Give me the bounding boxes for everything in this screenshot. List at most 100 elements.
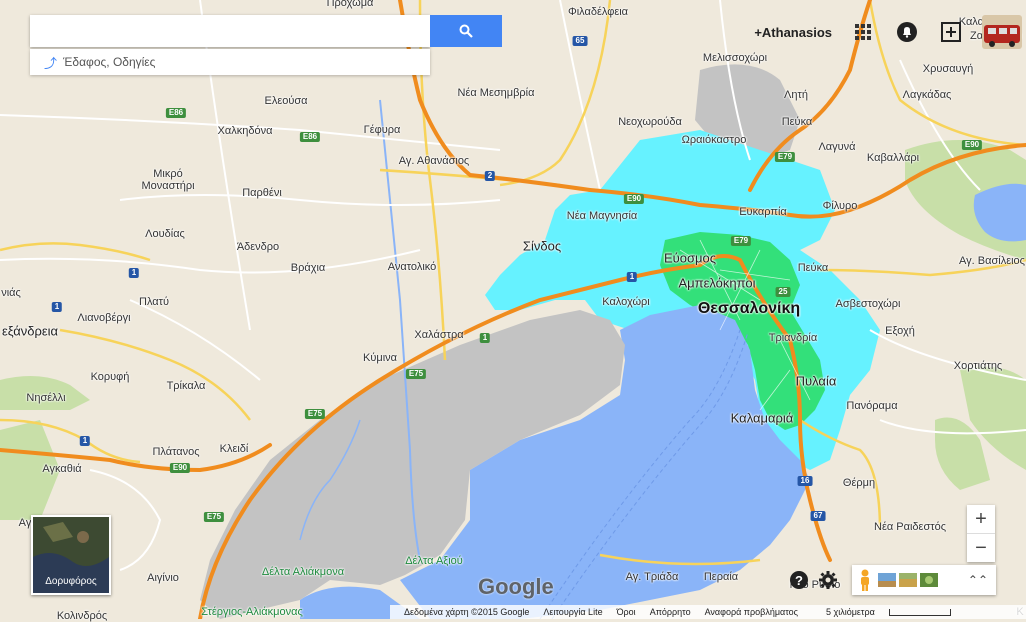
map-label-evkarpia[interactable]: Ευκαρπία	[739, 206, 787, 218]
map-label-melissochori[interactable]: Μελισσοχώρι	[703, 52, 767, 64]
directions-hint: Έδαφος, Οδηγίες	[63, 55, 156, 69]
help-button[interactable]: ?	[790, 571, 808, 589]
map-label-anatoliko[interactable]: Ανατολικό	[388, 261, 437, 273]
map-label-sindos[interactable]: Σίνδος	[523, 239, 561, 254]
map-label-delta-axiou[interactable]: Δέλτα Αξιού	[405, 555, 463, 567]
map-label-neochorouda[interactable]: Νεοχωρούδα	[618, 116, 682, 128]
map-label-adendro[interactable]: Άδενδρο	[237, 241, 279, 253]
map-label-lagkadas2[interactable]: Λαγυνά	[818, 141, 855, 153]
map-label-nias[interactable]: νιάς	[1, 287, 21, 299]
photo-thumb-3[interactable]	[920, 573, 938, 587]
zoom-in-button[interactable]: +	[967, 505, 995, 533]
map-label-vrachia[interactable]: Βράχια	[291, 262, 326, 274]
pegman-icon[interactable]	[852, 565, 878, 595]
directions-icon: ⤴	[44, 55, 58, 71]
map-label-kalochori[interactable]: Καλοχώρι	[602, 296, 650, 308]
satellite-toggle[interactable]: Δορυφόρος	[31, 515, 111, 595]
map-label-nea-magnisia[interactable]: Νέα Μαγνησία	[567, 210, 638, 222]
road-shield-se86b: E86	[299, 132, 321, 142]
map-label-evosmos[interactable]: Εύοσμος	[664, 251, 716, 266]
map-label-nea-mesimvria[interactable]: Νέα Μεσημβρία	[458, 87, 535, 99]
road-shield-s65: 65	[572, 36, 588, 46]
map-label-oraiokastro[interactable]: Ωραιόκαστρο	[682, 134, 747, 146]
expand-photos-button[interactable]: ⌃⌃	[968, 573, 988, 587]
account-bar: +Athanasios	[754, 14, 1026, 50]
map-label-pylaia[interactable]: Πυλαία	[796, 374, 837, 389]
map-label-peraia[interactable]: Περαία	[704, 571, 738, 583]
search-input[interactable]	[30, 15, 430, 47]
map-label-thessaloniki[interactable]: Θεσσαλονίκη	[698, 300, 800, 318]
map-label-gefyra[interactable]: Γέφυρα	[364, 124, 401, 136]
scale-label: 5 χιλιόμετρα	[812, 607, 951, 617]
map-label-stergios[interactable]: Στέργιος-Αλιάκμονας	[201, 606, 303, 618]
map-label-filadelfeia[interactable]: Φιλαδέλφεια	[568, 6, 628, 18]
map-label-ag-triada[interactable]: Αγ. Τριάδα	[626, 571, 679, 583]
road-shield-se90b: E90	[961, 140, 983, 150]
map-label-kavallari[interactable]: Καβαλλάρι	[867, 152, 919, 164]
map-label-chrysavgi[interactable]: Χρυσαυγή	[923, 63, 973, 75]
map-label-triandria[interactable]: Τριανδρία	[769, 332, 817, 344]
notifications-bell-icon[interactable]	[894, 19, 920, 45]
map-label-agkathia[interactable]: Αγκαθιά	[42, 463, 81, 475]
map-label-prochoma[interactable]: Πρόχωμα	[327, 0, 374, 9]
map-label-chalastra[interactable]: Χαλάστρα	[414, 329, 463, 341]
privacy-link[interactable]: Απόρρητο	[650, 607, 691, 617]
road-shield-se75c: E75	[203, 512, 225, 522]
map-label-kleidi[interactable]: Κλειδί	[220, 443, 249, 455]
map-label-chalkidona[interactable]: Χαλκηδόνα	[218, 125, 273, 137]
map-label-kymina[interactable]: Κύμινα	[363, 352, 397, 364]
map-label-pefka0[interactable]: Πεύκα	[782, 116, 813, 128]
road-shield-s1d: 1	[479, 333, 491, 343]
map-label-platanos[interactable]: Πλάτανος	[152, 446, 199, 458]
map-label-delta-aliakmona[interactable]: Δέλτα Αλιάκμονα	[262, 566, 344, 578]
directions-row[interactable]: ⤴ Έδαφος, Οδηγίες	[30, 49, 430, 75]
map-label-mikro-monastiri[interactable]: Μικρό Μοναστήρι	[141, 168, 194, 192]
map-label-trikala[interactable]: Τρίκαλα	[167, 380, 206, 392]
road-shield-s1b: 1	[51, 302, 63, 312]
map-label-loudias[interactable]: Λουδίας	[145, 228, 185, 240]
apps-grid-icon[interactable]	[850, 19, 876, 45]
map-label-ampelokipoi[interactable]: Αμπελόκηποι	[678, 276, 755, 291]
map-label-pefka[interactable]: Πεύκα	[798, 262, 829, 274]
map-label-asvestochori[interactable]: Ασβεστοχώρι	[836, 298, 901, 310]
map-label-parthen[interactable]: Παρθένι	[242, 187, 282, 199]
map-label-lagkadas[interactable]: Λαγκάδας	[903, 89, 952, 101]
lite-mode-link[interactable]: Λειτουργία Lite	[543, 607, 602, 617]
map-label-panorama[interactable]: Πανόραμα	[846, 400, 897, 412]
map-label-ag-athanasios[interactable]: Αγ. Αθανάσιος	[399, 155, 469, 167]
map-label-kalamaria[interactable]: Καλαμαριά	[731, 411, 794, 426]
settings-gear-icon[interactable]	[818, 570, 838, 590]
map-label-thermi[interactable]: Θέρμη	[843, 477, 875, 489]
zoom-out-button[interactable]: −	[967, 534, 995, 562]
map-label-chortiatis[interactable]: Χορτιάτης	[954, 360, 1002, 372]
road-shield-se75b: E75	[304, 409, 326, 419]
map-label-nisellai[interactable]: Νησέλλι	[26, 392, 65, 404]
avatar[interactable]	[982, 15, 1022, 49]
search-button[interactable]	[430, 15, 502, 47]
map-label-kolindros[interactable]: Κολινδρός	[57, 610, 107, 622]
road-shield-s16: 16	[797, 476, 813, 486]
map-label-lianovergi[interactable]: Λιανοβέργι	[77, 312, 130, 324]
map-label-nea-raidestos[interactable]: Νέα Ραιδεστός	[874, 521, 946, 533]
photo-thumb-1[interactable]	[878, 573, 896, 587]
map-label-ag-vasileios[interactable]: Αγ. Βασίλειος	[959, 255, 1025, 267]
road-shield-s1a: 1	[128, 268, 140, 278]
terms-link[interactable]: Όροι	[617, 607, 636, 617]
map-label-aiginio[interactable]: Αιγίνιο	[147, 572, 179, 584]
road-shield-s25: 25	[775, 287, 791, 297]
imagery-bar: ⌃⌃	[852, 565, 996, 595]
map-label-alexandreia[interactable]: εξάνδρεια	[2, 324, 58, 339]
map-label-filyro[interactable]: Φίλυρο	[823, 200, 858, 212]
photo-thumb-2[interactable]	[899, 573, 917, 587]
map-label-platy[interactable]: Πλατύ	[139, 296, 169, 308]
map-label-a-edge[interactable]: Αγ	[19, 517, 32, 529]
map-label-korifi[interactable]: Κορυφή	[91, 371, 130, 383]
map-label-exochi[interactable]: Εξοχή	[885, 325, 915, 337]
report-problem-link[interactable]: Αναφορά προβλήματος	[705, 607, 798, 617]
share-plus-icon[interactable]	[938, 19, 964, 45]
map-label-eleousa[interactable]: Ελεούσα	[264, 95, 307, 107]
user-name-link[interactable]: +Athanasios	[754, 25, 832, 40]
road-shield-s67: 67	[810, 511, 826, 521]
search-icon	[459, 24, 473, 38]
map-label-lliti[interactable]: Λητή	[784, 89, 808, 101]
